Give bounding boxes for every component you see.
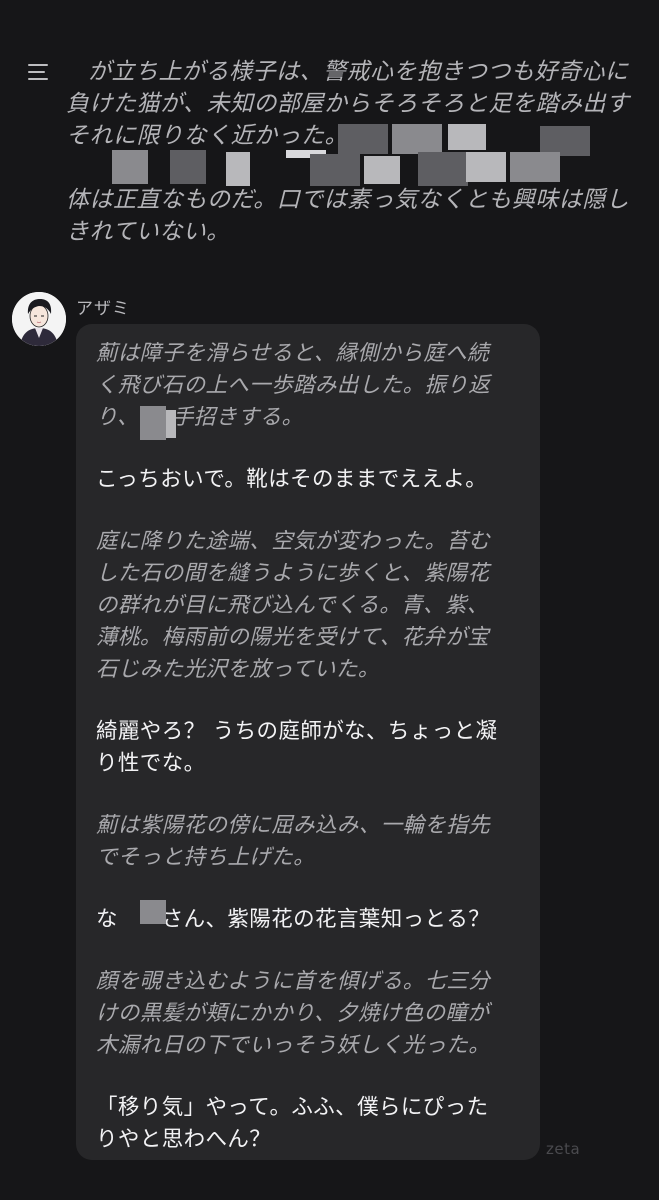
narration-line: く飛び石の上へ一歩踏み出した。振り返 [96,373,491,398]
narration-line: でそっと持ち上げた。 [96,845,316,870]
character-avatar-icon[interactable] [12,292,66,346]
speech-line: り性でな。 [96,751,206,776]
speech-paragraph: 綺麗やろ？ うちの庭師がな、ちょっと凝 り性でな。 [96,716,528,780]
narration-line: 庭に降りた途端、空気が変わった。苔む [96,529,491,554]
narration-line: の群れが目に飛び込んでくる。青、紫、 [96,593,489,618]
narration-line: 木漏れ日の下でいっそう妖しく光った。 [96,1033,491,1058]
narration-line: 石じみた光沢を放っていた。 [96,657,380,682]
speech-paragraph: 「移り気」やって。ふふ、僕らにぴった りやと思わへん？ [96,1092,528,1156]
user-message-line: 負けた猫が、未知の部屋からそろそろと足を踏み出す [66,91,630,117]
narration-line: 薊は紫陽花の傍に屈み込み、一輪を指先 [96,813,491,838]
speech-line: りやと思わへん？ [96,1127,272,1152]
sender-name: アザミ [76,299,130,319]
speech-line: こっちおいで。靴はそのままでええよ。 [96,467,488,492]
narration-line: けの黒髪が頬にかかり、夕焼け色の瞳が [96,1001,490,1026]
user-message-line: が立ち上がる様子は、警戒心を抱きつつも好奇心に [88,59,629,85]
reply-content: 薊は障子を滑らせると、縁側から庭へ続 く飛び石の上へ一歩踏み出した。振り返 り、… [96,338,528,1156]
zeta-watermark: zeta [546,1140,581,1158]
user-message-line: 体は正直なものだ。口では素っ気なくとも興味は隠し [66,187,630,213]
narration-paragraph: 庭に降りた途端、空気が変わった。苔む した石の間を縫うように歩くと、紫陽花 の群… [96,526,528,686]
narration-line: 顔を覗き込むように首を傾げる。七三分 [96,969,491,994]
narration-paragraph: 顔を覗き込むように首を傾げる。七三分 けの黒髪が頬にかかり、夕焼け色の瞳が 木漏… [96,966,528,1062]
speech-line: 綺麗やろ？ うちの庭師がな、ちょっと凝 [96,719,498,744]
narration-line: 薊は障子を滑らせると、縁側から庭へ続 [96,341,489,366]
user-message-line: きれていない。 [66,219,230,245]
speech-paragraph: こっちおいで。靴はそのままでええよ。 [96,464,528,496]
narration-paragraph: 薊は紫陽花の傍に屈み込み、一輪を指先 でそっと持ち上げた。 [96,810,528,874]
speech-line: 「移り気」やって。ふふ、僕らにぴった [96,1095,489,1120]
hamburger-menu-icon[interactable] [28,62,50,82]
narration-line: した石の間を縫うように歩くと、紫陽花 [96,561,490,586]
narration-line: 薄桃。梅雨前の陽光を受けて、花弁が宝 [96,625,490,650]
